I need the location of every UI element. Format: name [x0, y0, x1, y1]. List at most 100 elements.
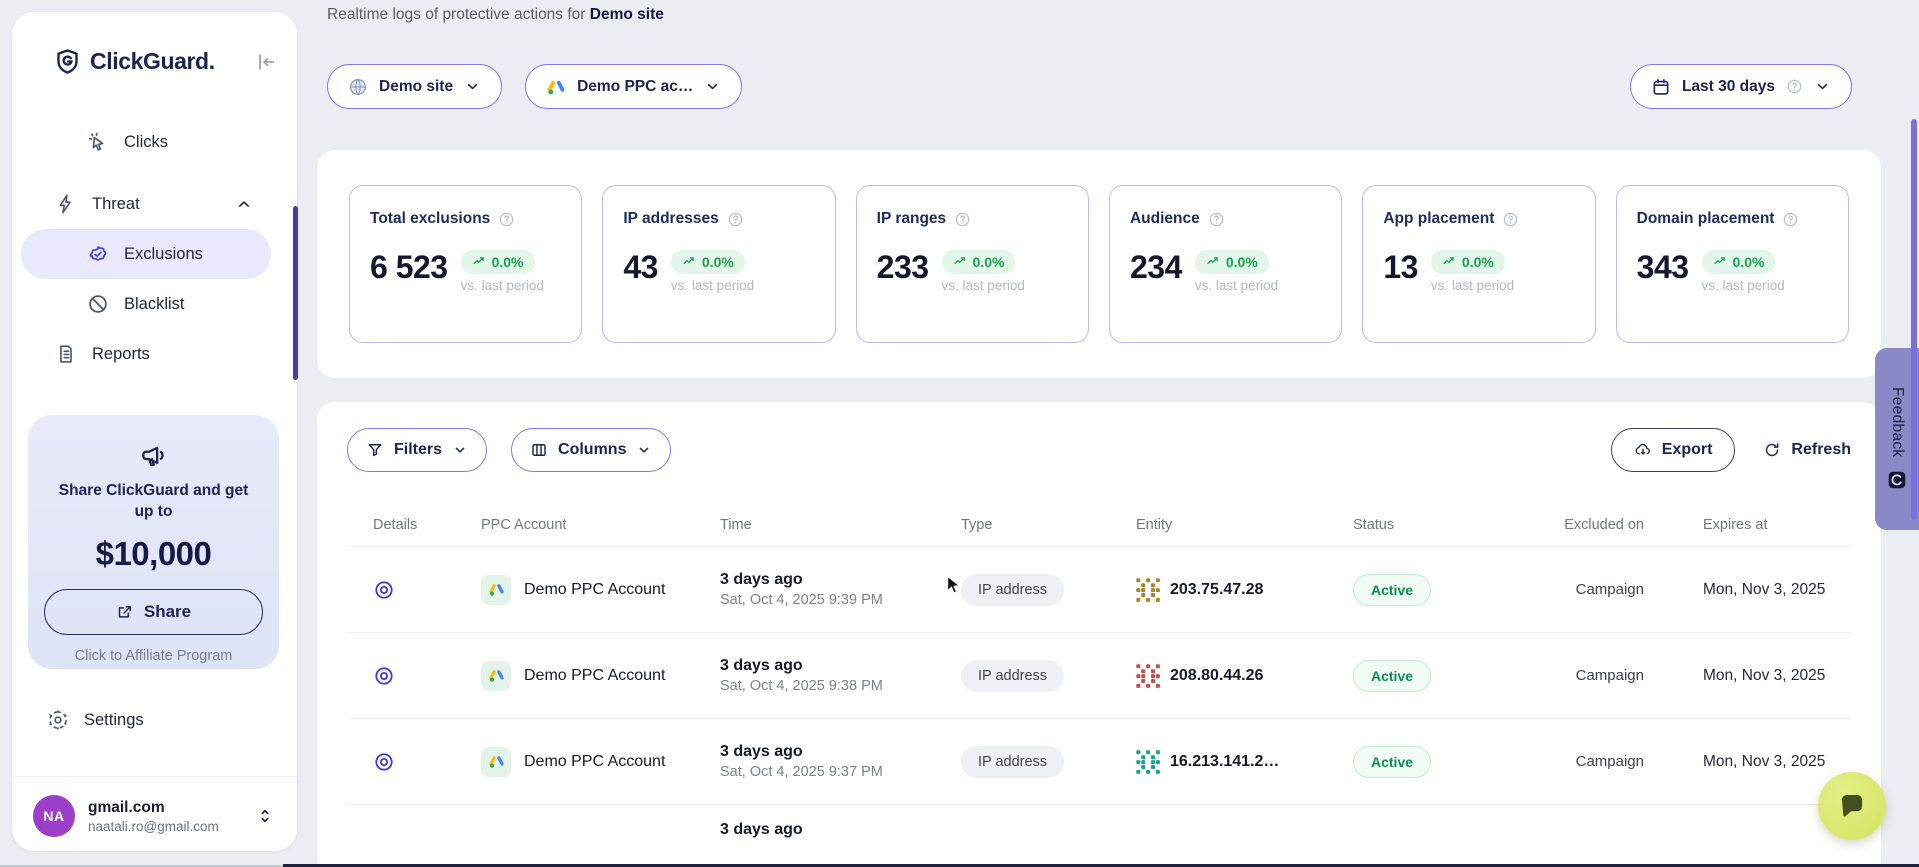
view-details-icon[interactable]	[373, 665, 395, 687]
export-label: Export	[1662, 441, 1713, 459]
trend-up-icon	[1206, 255, 1220, 269]
columns-icon	[530, 441, 548, 459]
globe-icon	[348, 77, 368, 97]
feedback-chat-icon	[1886, 469, 1908, 491]
column-header-time: Time	[708, 516, 948, 534]
sidebar-item-label: Exclusions	[124, 245, 203, 264]
brand-name: ClickGuard.	[90, 48, 215, 75]
trend-badge: 0.0%	[1702, 250, 1776, 274]
trend-up-icon	[953, 255, 967, 269]
user-name: gmail.com	[88, 799, 219, 817]
stat-caption: vs. last period	[461, 278, 544, 293]
time-relative: 3 days ago	[720, 571, 948, 589]
google-ads-icon	[481, 661, 511, 691]
stat-value: 234	[1130, 250, 1182, 285]
user-account[interactable]: NA gmail.com naatali.ro@gmail.com	[12, 776, 297, 837]
entity-value: 16.213.141.2…	[1170, 753, 1279, 771]
stat-ip-addresses: IP addresses 43 0.0% vs. last period	[602, 185, 835, 343]
refresh-button[interactable]: Refresh	[1763, 428, 1851, 472]
time-relative: 3 days ago	[720, 821, 948, 839]
export-button[interactable]: Export	[1611, 428, 1736, 472]
click-cursor-icon	[87, 131, 109, 153]
sidebar-item-threat[interactable]: Threat	[12, 179, 297, 229]
refresh-label: Refresh	[1791, 441, 1851, 459]
sidebar-item-reports[interactable]: Reports	[12, 329, 297, 379]
page-scrollbar[interactable]	[1911, 119, 1917, 520]
avatar: NA	[33, 795, 75, 837]
stat-audience: Audience 234 0.0% vs. last period	[1109, 185, 1342, 343]
trend-badge: 0.0%	[671, 250, 745, 274]
filters-button[interactable]: Filters	[347, 428, 487, 472]
stat-caption: vs. last period	[942, 278, 1025, 293]
help-icon[interactable]	[1786, 78, 1803, 95]
promo-amount: $10,000	[44, 535, 263, 573]
view-details-icon[interactable]	[373, 751, 395, 773]
help-icon[interactable]	[1502, 211, 1519, 228]
stat-label: IP ranges	[877, 210, 947, 228]
type-chip: IP address	[961, 660, 1064, 692]
expires-at-value: Mon, Nov 3, 2025	[1670, 581, 1851, 599]
sidebar-nav: Clicks Threat Exclusions Blacklist Repor…	[12, 117, 297, 379]
stat-caption: vs. last period	[1431, 278, 1514, 293]
sidebar-item-blacklist[interactable]: Blacklist	[12, 279, 297, 329]
type-chip: IP address	[961, 574, 1064, 606]
entity-value: 208.80.44.26	[1170, 667, 1263, 685]
cloud-download-icon	[1634, 441, 1652, 459]
time-exact: Sat, Oct 4, 2025 9:37 PM	[720, 764, 948, 780]
sidebar-item-clicks[interactable]: Clicks	[12, 117, 297, 167]
ppc-account-selector-value: Demo PPC ac…	[577, 78, 693, 96]
affiliate-link[interactable]: Click to Affiliate Program	[44, 648, 263, 664]
sidebar-scrollbar[interactable]	[293, 206, 298, 380]
sidebar-collapse-icon[interactable]	[255, 51, 277, 73]
help-icon[interactable]	[1208, 211, 1225, 228]
context-selectors: Demo site Demo PPC ac…	[327, 64, 742, 109]
document-icon	[55, 343, 77, 365]
stat-value: 343	[1637, 250, 1689, 285]
clickguard-dashboard: ClickGuard. Clicks Threat Exclusions Bla…	[0, 0, 1919, 867]
google-ads-icon	[546, 77, 566, 97]
date-range-selector[interactable]: Last 30 days	[1630, 64, 1852, 109]
share-button-label: Share	[144, 602, 191, 622]
stat-ip-ranges: IP ranges 233 0.0% vs. last period	[856, 185, 1089, 343]
time-exact: Sat, Oct 4, 2025 9:39 PM	[720, 592, 948, 608]
chevron-up-icon[interactable]	[235, 195, 253, 213]
stat-value: 13	[1383, 250, 1418, 285]
sidebar-item-exclusions[interactable]: Exclusions	[21, 229, 271, 279]
affiliate-promo-card[interactable]: Share ClickGuard and get up to $10,000 S…	[28, 415, 279, 669]
help-icon[interactable]	[1782, 211, 1799, 228]
help-icon[interactable]	[498, 211, 515, 228]
trend-badge: 0.0%	[1195, 250, 1269, 274]
sidebar-item-settings[interactable]: Settings	[12, 695, 297, 745]
view-details-icon[interactable]	[373, 579, 395, 601]
site-selector[interactable]: Demo site	[327, 64, 502, 109]
date-range-value: Last 30 days	[1682, 78, 1775, 96]
trend-up-icon	[1713, 255, 1727, 269]
ppc-account-selector[interactable]: Demo PPC ac…	[525, 64, 742, 109]
lightning-icon	[55, 193, 77, 215]
table-header-row: Details PPC Account Time Type Entity Sta…	[347, 516, 1851, 547]
chevron-down-icon	[636, 442, 652, 458]
share-button[interactable]: Share	[44, 589, 263, 635]
promo-text: Share ClickGuard and get up to	[44, 481, 263, 523]
column-header-status: Status	[1338, 516, 1528, 534]
table-row: Demo PPC Account 3 days agoSat, Oct 4, 2…	[347, 633, 1851, 719]
exclusions-log: Filters Columns Export Refresh Deta	[317, 402, 1881, 867]
chat-launcher-button[interactable]	[1818, 772, 1886, 840]
sidebar-item-label: Blacklist	[124, 295, 185, 314]
stat-total-exclusions: Total exclusions 6 523 0.0% vs. last per…	[349, 185, 582, 343]
help-icon[interactable]	[727, 211, 744, 228]
stat-caption: vs. last period	[671, 278, 754, 293]
account-switcher-icon[interactable]	[255, 806, 275, 826]
status-badge: Active	[1353, 746, 1431, 778]
help-icon[interactable]	[954, 211, 971, 228]
ban-icon	[87, 293, 109, 315]
feedback-label: Feedback	[1888, 387, 1906, 457]
status-badge: Active	[1353, 574, 1431, 606]
excluded-on-value: Campaign	[1528, 753, 1670, 770]
ppc-account-name: Demo PPC Account	[524, 753, 665, 771]
stat-domain-placement: Domain placement 343 0.0% vs. last perio…	[1616, 185, 1849, 343]
columns-button[interactable]: Columns	[511, 428, 671, 472]
column-header-type: Type	[948, 516, 1118, 534]
refresh-icon	[1763, 441, 1781, 459]
stat-app-placement: App placement 13 0.0% vs. last period	[1362, 185, 1595, 343]
